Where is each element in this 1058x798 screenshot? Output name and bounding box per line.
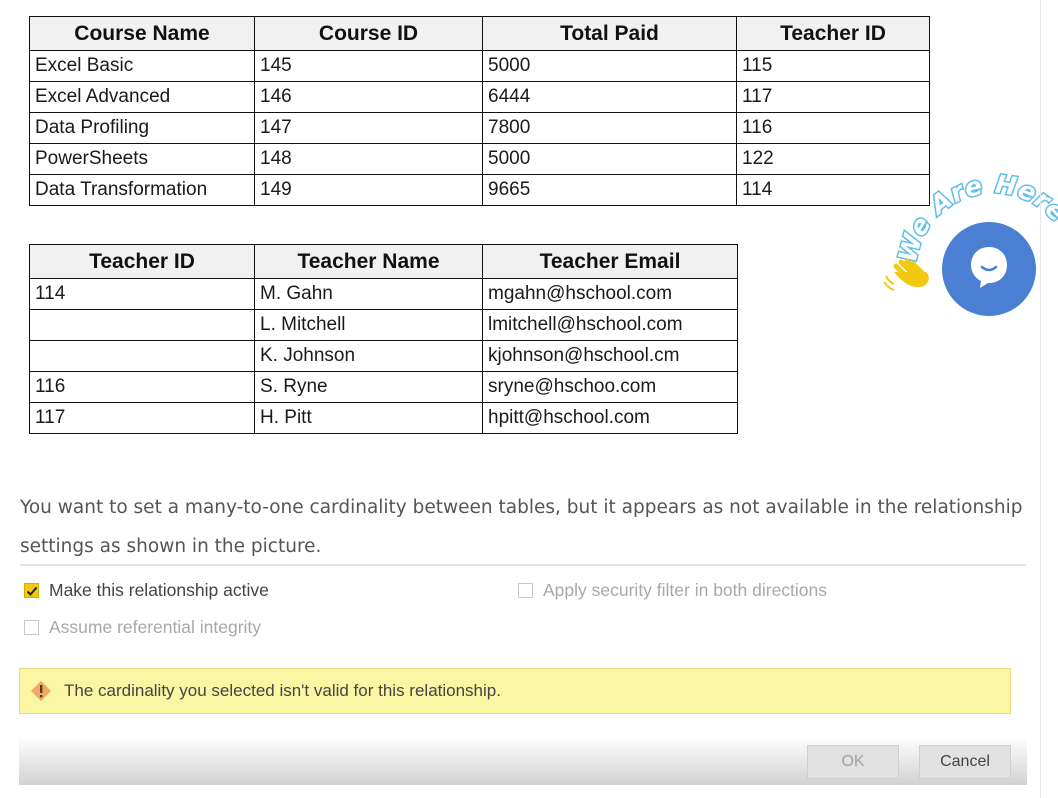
- table-row: Data Profiling 147 7800 116: [29, 112, 930, 144]
- table-cell: 147: [254, 112, 483, 144]
- table-cell: sryne@hschoo.com: [482, 371, 738, 403]
- security-filter-checkbox[interactable]: [518, 583, 533, 598]
- courses-table: Course Name Course ID Total Paid Teacher…: [29, 16, 930, 206]
- table-cell: 117: [736, 81, 930, 113]
- table-cell: S. Ryne: [254, 371, 483, 403]
- make-active-label: Make this relationship active: [49, 580, 269, 600]
- table-cell: Data Transformation: [29, 174, 255, 206]
- column-header: Teacher Name: [254, 244, 483, 279]
- table-row: 116 S. Ryne sryne@hschoo.com: [29, 371, 738, 403]
- table-cell: 116: [736, 112, 930, 144]
- table-cell: H. Pitt: [254, 402, 483, 434]
- waving-hand-icon: [883, 258, 929, 291]
- security-filter-label: Apply security filter in both directions: [543, 580, 828, 600]
- teachers-table: Teacher ID Teacher Name Teacher Email 11…: [29, 244, 738, 434]
- column-header: Course ID: [254, 16, 483, 51]
- table-row: PowerSheets 148 5000 122: [29, 143, 930, 175]
- make-active-option[interactable]: Make this relationship active: [24, 580, 269, 601]
- column-header: Teacher ID: [29, 244, 255, 279]
- warning-text: The cardinality you selected isn't valid…: [64, 681, 501, 700]
- question-line-1: You want to set a many-to-one cardinalit…: [20, 497, 1023, 518]
- table-cell: PowerSheets: [29, 143, 255, 175]
- table-cell: kjohnson@hschool.cm: [482, 340, 738, 372]
- table-cell: M. Gahn: [254, 278, 483, 310]
- table-cell: 7800: [482, 112, 737, 144]
- warning-banner: The cardinality you selected isn't valid…: [19, 668, 1011, 714]
- chat-widget[interactable]: We Are Here!: [876, 172, 1058, 317]
- table-cell: 6444: [482, 81, 737, 113]
- table-row: Excel Advanced 146 6444 117: [29, 81, 930, 113]
- table-cell: 5000: [482, 143, 737, 175]
- column-header: Total Paid: [482, 16, 737, 51]
- table-cell: 122: [736, 143, 930, 175]
- table-cell: hpitt@hschool.com: [482, 402, 738, 434]
- table-cell: 5000: [482, 50, 737, 82]
- table-cell: 148: [254, 143, 483, 175]
- table-cell: Excel Advanced: [29, 81, 255, 113]
- table-cell: Excel Basic: [29, 50, 255, 82]
- divider: [20, 564, 1026, 566]
- question-line-2: settings as shown in the picture.: [20, 536, 322, 557]
- table-row: 117 H. Pitt hpitt@hschool.com: [29, 402, 738, 434]
- table-cell: 115: [736, 50, 930, 82]
- make-active-checkbox[interactable]: [24, 583, 39, 598]
- table-cell: Data Profiling: [29, 112, 255, 144]
- page-edge-divider: [1040, 0, 1041, 798]
- table-cell: 145: [254, 50, 483, 82]
- table-cell: K. Johnson: [254, 340, 483, 372]
- table-row: 114 M. Gahn mgahn@hschool.com: [29, 278, 738, 310]
- table-row: L. Mitchell lmitchell@hschool.com: [29, 309, 738, 341]
- table-cell: 146: [254, 81, 483, 113]
- question-text: You want to set a many-to-one cardinalit…: [20, 488, 1040, 566]
- referential-integrity-option[interactable]: Assume referential integrity: [24, 617, 261, 638]
- table-row: K. Johnson kjohnson@hschool.cm: [29, 340, 738, 372]
- table-row: Excel Basic 145 5000 115: [29, 50, 930, 82]
- table-cell: [29, 309, 255, 341]
- checkmark-icon: [26, 586, 37, 596]
- ok-button[interactable]: OK: [807, 745, 899, 779]
- column-header: Teacher Email: [482, 244, 738, 279]
- table-row: Data Transformation 149 9665 114: [29, 174, 930, 206]
- table-cell: 117: [29, 402, 255, 434]
- table-cell: 116: [29, 371, 255, 403]
- table-cell: mgahn@hschool.com: [482, 278, 738, 310]
- table-cell: L. Mitchell: [254, 309, 483, 341]
- table-cell: 149: [254, 174, 483, 206]
- warning-icon: [31, 681, 51, 701]
- table-cell: 114: [29, 278, 255, 310]
- table-cell: 9665: [482, 174, 737, 206]
- courses-header-row: Course Name Course ID Total Paid Teacher…: [29, 16, 930, 51]
- chat-bubble-icon: [971, 247, 1007, 288]
- table-cell: [29, 340, 255, 372]
- column-header: Teacher ID: [736, 16, 930, 51]
- cancel-button[interactable]: Cancel: [919, 745, 1011, 779]
- table-cell: lmitchell@hschool.com: [482, 309, 738, 341]
- column-header: Course Name: [29, 16, 255, 51]
- security-filter-option[interactable]: Apply security filter in both directions: [518, 580, 827, 601]
- referential-integrity-checkbox[interactable]: [24, 620, 39, 635]
- teachers-header-row: Teacher ID Teacher Name Teacher Email: [29, 244, 738, 279]
- referential-integrity-label: Assume referential integrity: [49, 617, 262, 637]
